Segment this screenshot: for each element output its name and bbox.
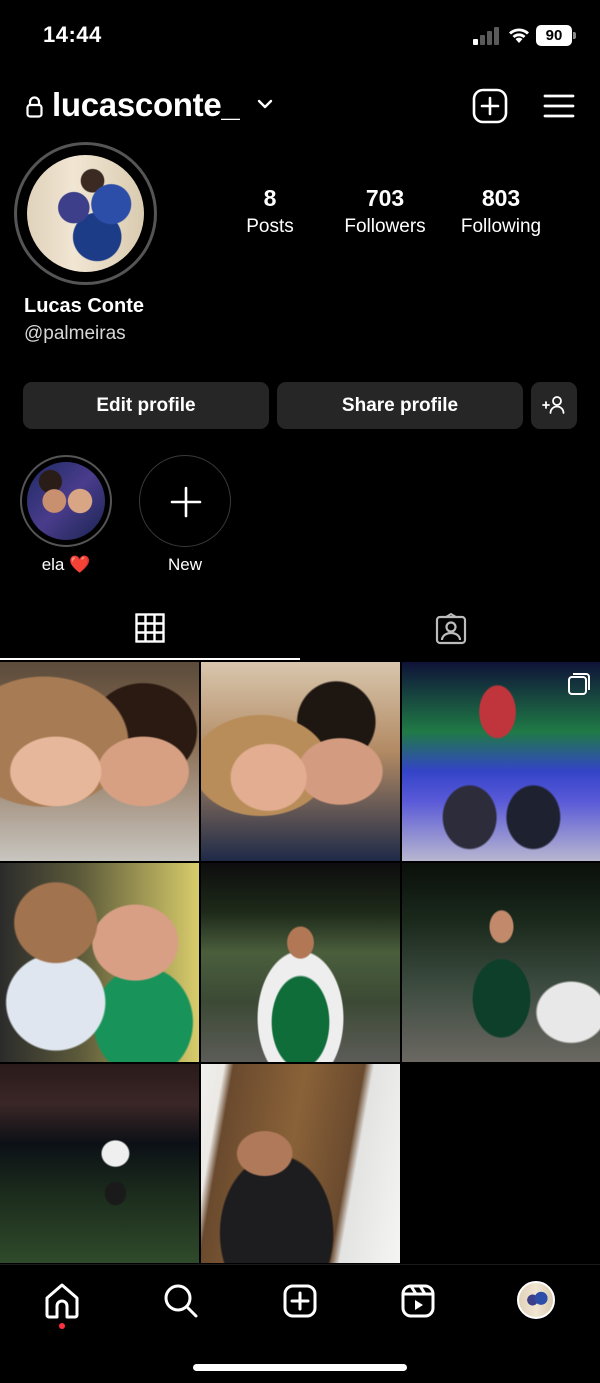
carousel-icon — [568, 673, 590, 695]
nav-profile[interactable] — [517, 1281, 557, 1321]
nav-reels[interactable] — [398, 1281, 438, 1321]
highlight-ela[interactable]: ela ❤️ — [20, 455, 112, 575]
following-label: Following — [460, 216, 542, 237]
following-count: 803 — [481, 185, 521, 211]
chevron-down-icon[interactable] — [257, 98, 273, 110]
discover-people-button[interactable] — [531, 382, 577, 429]
profile-full-name: Lucas Conte — [24, 295, 145, 317]
menu-icon[interactable] — [543, 92, 575, 120]
new-highlight-ring — [139, 455, 231, 547]
battery-level: 90 — [536, 25, 572, 46]
post-thumbnail[interactable] — [402, 662, 600, 861]
notification-dot — [59, 1323, 65, 1329]
lock-icon — [26, 96, 43, 118]
profile-avatar — [517, 1281, 555, 1319]
profile-bio-handle[interactable]: @palmeiras — [24, 323, 126, 345]
username[interactable]: lucasconte_ — [52, 86, 240, 124]
highlight-cover — [27, 462, 105, 540]
reels-icon — [401, 1284, 435, 1318]
nav-search[interactable] — [161, 1281, 201, 1321]
followers-count: 703 — [365, 185, 405, 211]
status-bar: 14:44 90 — [0, 0, 600, 70]
add-user-icon — [542, 396, 565, 414]
plus-icon — [170, 486, 202, 518]
new-highlight-label: New — [167, 555, 202, 574]
profile-tabs — [0, 600, 600, 660]
highlight-ring — [20, 455, 112, 547]
profile-header: lucasconte_ — [0, 80, 600, 134]
posts-stat[interactable]: 8 Posts — [229, 185, 311, 238]
following-stat[interactable]: 803 Following — [450, 185, 552, 238]
search-icon — [164, 1284, 198, 1318]
posts-label: Posts — [246, 216, 294, 237]
post-thumbnail[interactable] — [0, 863, 199, 1062]
post-thumbnail[interactable] — [402, 863, 600, 1062]
tab-tagged[interactable] — [300, 600, 600, 660]
post-thumbnail[interactable] — [201, 1064, 400, 1263]
edit-profile-button[interactable]: Edit profile — [23, 382, 269, 429]
post-thumbnail[interactable] — [201, 662, 400, 861]
nav-create[interactable] — [280, 1281, 320, 1321]
post-thumbnail[interactable] — [0, 1064, 199, 1263]
new-highlight-button[interactable]: New — [139, 455, 231, 575]
highlight-label: ela ❤️ — [41, 555, 91, 574]
wifi-icon — [509, 28, 529, 43]
status-time: 14:44 — [43, 22, 102, 47]
tab-posts-grid[interactable] — [0, 600, 300, 660]
create-icon — [283, 1284, 317, 1318]
nav-home[interactable] — [42, 1281, 82, 1329]
share-profile-button[interactable]: Share profile — [277, 382, 523, 429]
post-thumbnail[interactable] — [0, 662, 199, 861]
signal-icon — [473, 27, 499, 45]
tagged-icon — [435, 613, 467, 645]
add-post-icon[interactable] — [472, 88, 508, 124]
profile-avatar[interactable] — [27, 155, 144, 272]
grid-icon — [135, 613, 165, 643]
home-icon — [45, 1283, 79, 1319]
battery-tip — [573, 32, 576, 39]
followers-stat[interactable]: 703 Followers — [333, 185, 437, 238]
battery-icon: 90 — [536, 25, 576, 46]
post-thumbnail[interactable] — [201, 863, 400, 1062]
followers-label: Followers — [344, 216, 426, 237]
profile-avatar-ring[interactable] — [14, 142, 157, 285]
posts-count: 8 — [263, 185, 277, 211]
home-indicator — [193, 1364, 407, 1371]
